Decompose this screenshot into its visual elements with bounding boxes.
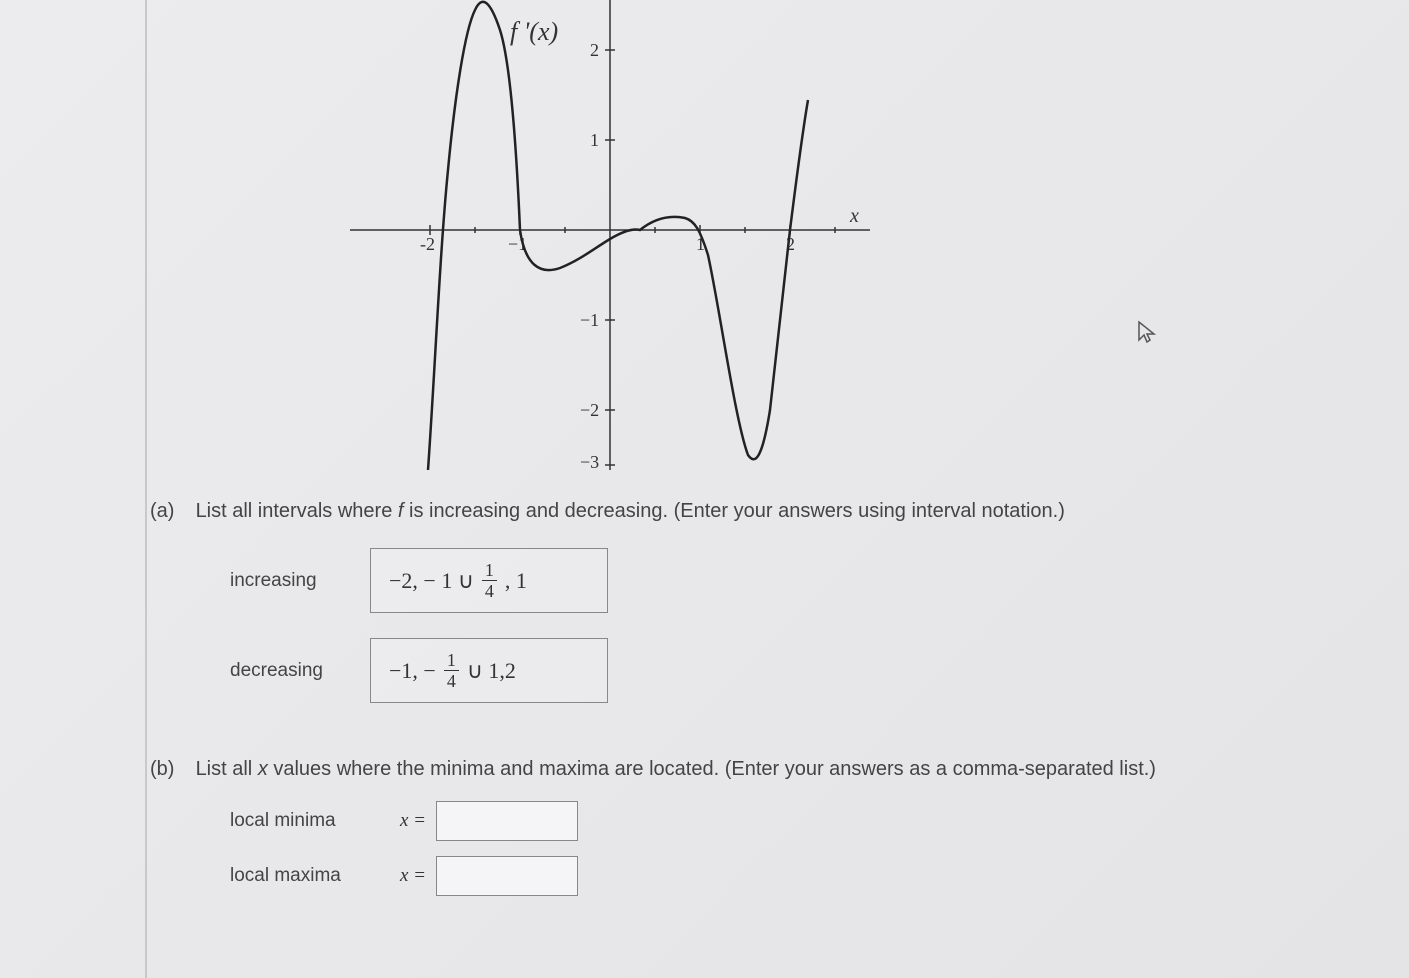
increasing-input[interactable]: −2, − 1 ∪ 1 4 , 1 (370, 548, 608, 613)
one-fourth-fraction-2: 1 4 (444, 651, 459, 690)
decreasing-p1: −1, − (389, 658, 436, 684)
ytick-2: 2 (590, 40, 599, 60)
page: -2 −1 1 2 1 2 −1 −2 −3 x f '(x) (a) List… (0, 0, 1409, 978)
xeq-minima: x = (400, 810, 426, 832)
content-area: -2 −1 1 2 1 2 −1 −2 −3 x f '(x) (a) List… (150, 0, 1250, 896)
question-a: (a) List all intervals where f is increa… (150, 500, 1250, 523)
xeq-maxima: x = (400, 865, 426, 887)
increasing-row: increasing −2, − 1 ∪ 1 4 , 1 (230, 548, 1250, 613)
question-b-letter: (b) (150, 758, 190, 781)
minima-label: local minima (230, 810, 390, 832)
increasing-label: increasing (230, 570, 370, 592)
question-a-text: List all intervals where f is increasing… (196, 500, 1065, 522)
maxima-row: local maxima x = (230, 856, 1250, 896)
ytick-neg1: −1 (580, 310, 599, 330)
decreasing-row: decreasing −1, − 1 4 ∪ 1,2 (230, 638, 1250, 703)
ytick-neg3: −3 (580, 452, 599, 470)
decreasing-p2: ∪ 1,2 (467, 658, 516, 684)
increasing-p2: , 1 (505, 568, 527, 594)
ytick-neg2: −2 (580, 400, 599, 420)
one-fourth-fraction: 1 4 (482, 561, 497, 600)
maxima-input[interactable] (436, 856, 578, 896)
derivative-graph: -2 −1 1 2 1 2 −1 −2 −3 x f '(x) (250, 0, 850, 470)
decreasing-input[interactable]: −1, − 1 4 ∪ 1,2 (370, 638, 608, 703)
fprime-label: f '(x) (510, 17, 558, 46)
minima-input[interactable] (436, 801, 578, 841)
question-b-text: List all x values where the minima and m… (196, 758, 1156, 780)
increasing-p1: −2, − 1 ∪ (389, 568, 474, 594)
minima-row: local minima x = (230, 801, 1250, 841)
xtick-neg2: -2 (420, 234, 435, 254)
decreasing-label: decreasing (230, 660, 370, 682)
content-left-border (145, 0, 147, 978)
ytick-1: 1 (590, 130, 599, 150)
curve-fprime (428, 2, 808, 470)
question-a-letter: (a) (150, 500, 190, 523)
x-axis-label: x (849, 205, 859, 227)
maxima-label: local maxima (230, 865, 390, 887)
question-b: (b) List all x values where the minima a… (150, 758, 1250, 781)
